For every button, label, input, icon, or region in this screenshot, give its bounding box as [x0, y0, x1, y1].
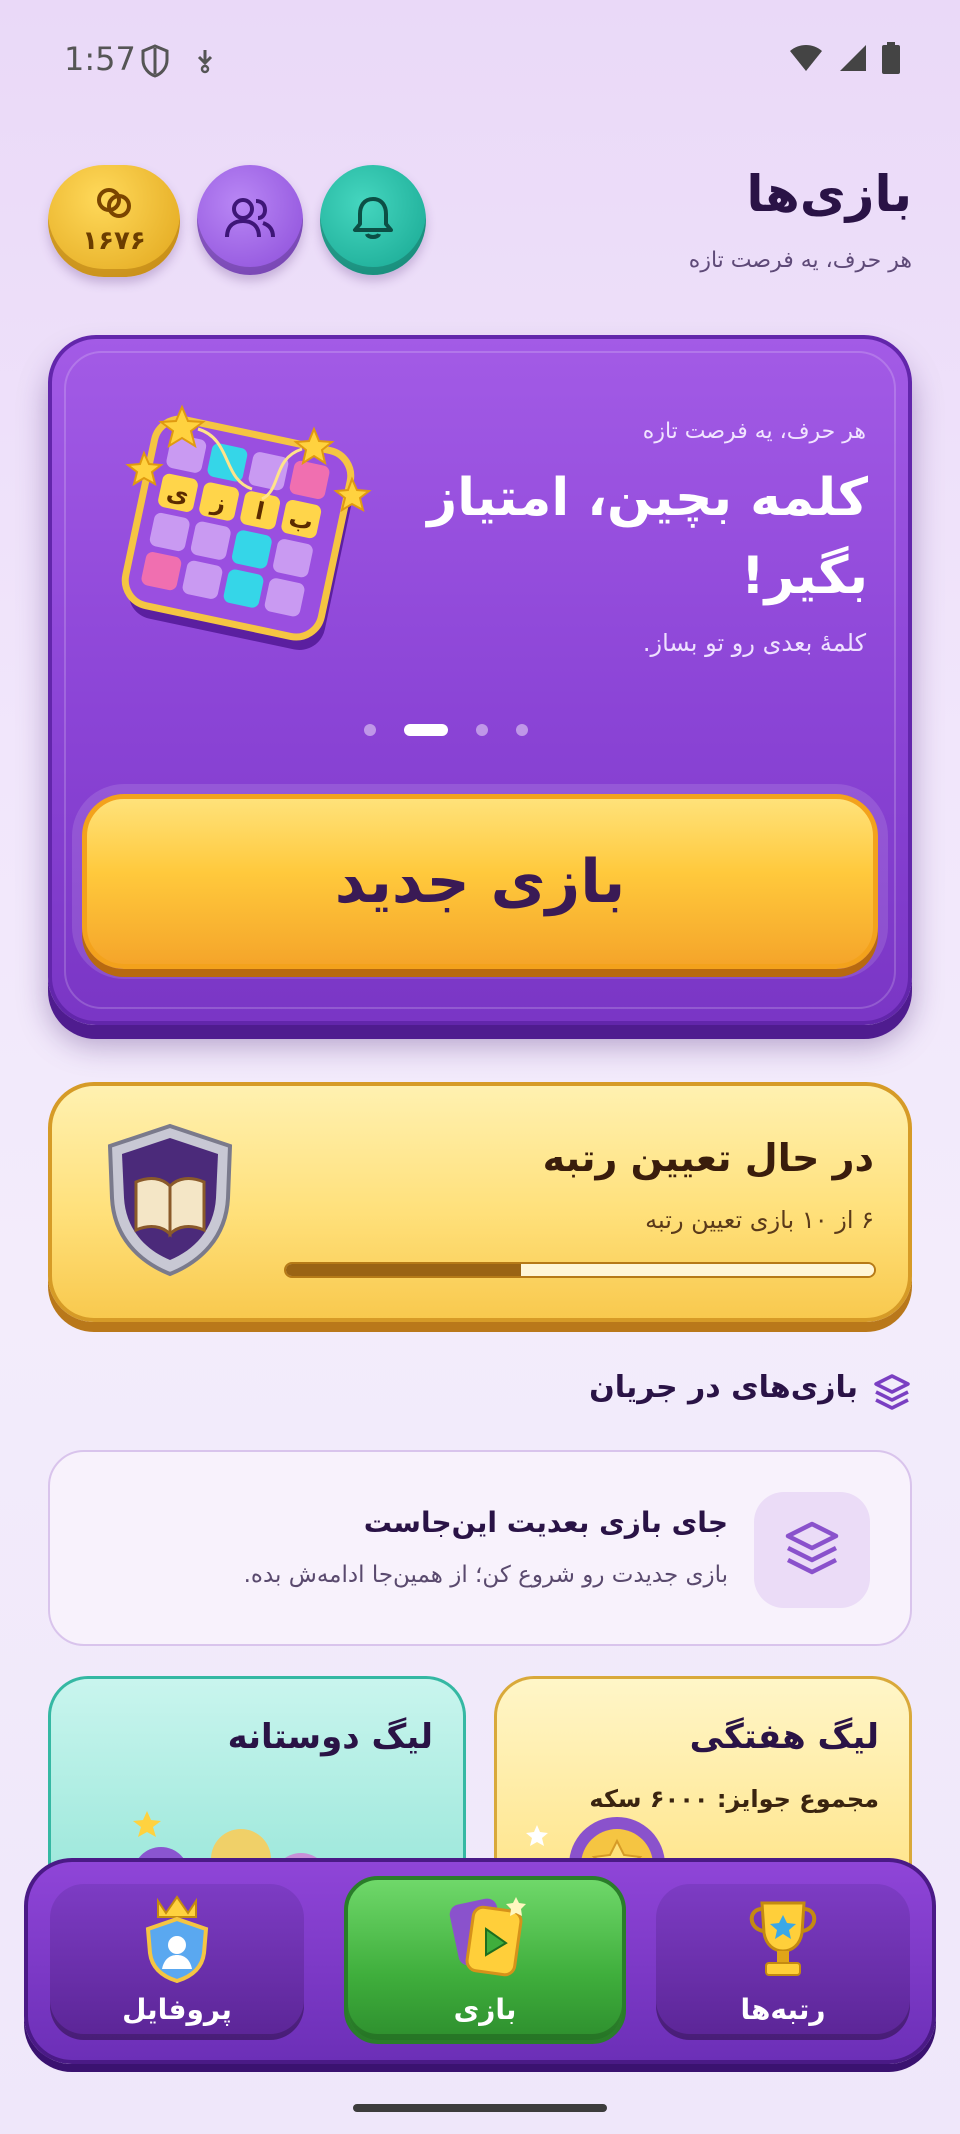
new-game-button[interactable]: بازی جدید: [82, 794, 878, 969]
shield-status-icon: [140, 44, 170, 82]
carousel-dot[interactable]: [516, 724, 528, 736]
placement-card[interactable]: در حال تعیین رتبه ۶ از ۱۰ بازی تعیین رتب…: [48, 1082, 912, 1322]
hero-heading: کلمه بچین، امتیاز بگیر!: [427, 468, 868, 606]
home-indicator: [353, 2104, 607, 2112]
hero-tagline: هر حرف، یه فرصت تازه: [642, 419, 866, 444]
nav-ranks-label: رتبه‌ها: [740, 1993, 826, 2026]
nav-profile[interactable]: پروفایل: [50, 1884, 304, 2040]
friends-league-title: لیگ دوستانه: [227, 1717, 433, 1757]
wifi-icon: [788, 43, 824, 77]
weekly-league-title: لیگ هفتگی: [689, 1717, 879, 1757]
signal-icon: [838, 43, 868, 77]
crowned-shield-icon: [140, 1893, 214, 1987]
ongoing-games-empty-card[interactable]: جای بازی بعدیت این‌جاست بازی جدیدت رو شر…: [48, 1450, 912, 1646]
trophy-icon: [740, 1893, 826, 1987]
empty-state-description: بازی جدیدت رو شروع کن؛ از همین‌جا ادامه‌…: [243, 1562, 728, 1588]
hero-description: کلمهٔ بعدی رو تو بساز.: [642, 629, 866, 657]
nav-ranks[interactable]: رتبه‌ها: [656, 1884, 910, 2040]
battery-icon: [882, 42, 900, 78]
friends-button[interactable]: [197, 165, 303, 275]
new-game-label: بازی جدید: [334, 846, 626, 917]
status-time: 1:57: [64, 40, 136, 78]
carousel-dot[interactable]: [364, 724, 376, 736]
ongoing-games-title: بازی‌های در جریان: [589, 1370, 858, 1405]
placement-subtitle: ۶ از ۱۰ بازی تعیین رتبه: [645, 1206, 874, 1234]
coins-icon: [94, 186, 134, 224]
page-subtitle: هر حرف، یه فرصت تازه: [688, 248, 912, 273]
placement-title: در حال تعیین رتبه: [542, 1136, 874, 1180]
layers-icon: [782, 1518, 842, 1582]
carousel-dots[interactable]: [364, 724, 528, 736]
book-shield-icon: [102, 1122, 238, 1282]
carousel-dot[interactable]: [476, 724, 488, 736]
play-cards-icon: [440, 1893, 530, 1987]
bell-icon: [351, 195, 395, 245]
carousel-dot-active[interactable]: [404, 724, 448, 736]
friends-league-card[interactable]: لیگ دوستانه: [48, 1676, 466, 1876]
nav-profile-label: پروفایل: [122, 1993, 232, 2026]
coin-count: ۱۶۷۶: [82, 226, 146, 256]
notifications-button[interactable]: [320, 165, 426, 275]
coin-balance-button[interactable]: ۱۶۷۶: [48, 165, 180, 277]
placement-progress-bar: [284, 1262, 876, 1278]
hero-banner: هر حرف، یه فرصت تازه کلمه بچین، امتیاز ب…: [48, 335, 912, 1025]
nav-play-label: بازی: [453, 1993, 517, 2026]
friends-icon: [223, 195, 277, 245]
letter-board-illustration: ب ا ز ی: [102, 389, 392, 673]
weekly-league-card[interactable]: لیگ هفتگی مجموع جوایز: ۶۰۰۰ سکه: [494, 1676, 912, 1876]
empty-state-title: جای بازی بعدیت این‌جاست: [363, 1506, 728, 1539]
download-status-icon: [194, 48, 216, 78]
empty-state-icon-box: [754, 1492, 870, 1608]
bottom-navigation: پروفایل بازی رتبه‌ها: [24, 1858, 936, 2064]
layers-icon: [872, 1372, 912, 1416]
nav-play[interactable]: بازی: [344, 1876, 626, 2044]
page-title: بازی‌ها: [746, 165, 912, 223]
